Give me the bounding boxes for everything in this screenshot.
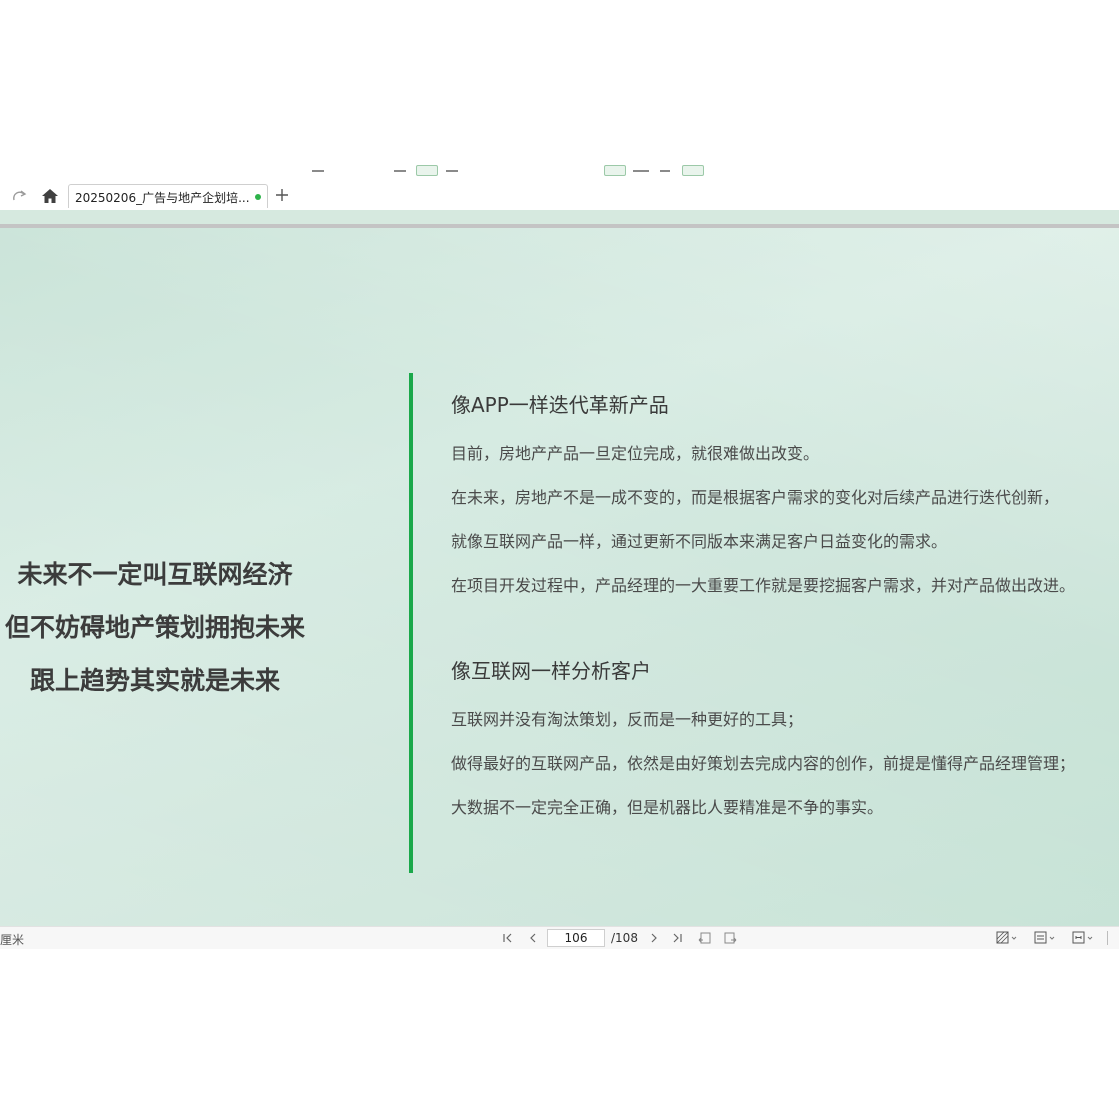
section-paragraph: 在项目开发过程中，产品经理的一大重要工作就是要挖掘客户需求，并对产品做出改进。: [451, 576, 1076, 595]
background-mode-icon[interactable]: [995, 931, 1023, 945]
toolbar-item[interactable]: [394, 170, 406, 172]
unit-label: 厘米: [0, 933, 25, 947]
slogan-line: 但不妨碍地产策划拥抱未来: [4, 613, 305, 642]
section-paragraph: 做得最好的互联网产品，依然是由好策划去完成内容的创作，前提是懂得产品经理管理；: [451, 754, 1076, 773]
section-heading: 像APP一样迭代革新产品: [451, 393, 669, 417]
toolbar-item[interactable]: [660, 170, 670, 172]
tab-bar: 20250206_广告与地产企划培...: [0, 180, 1119, 210]
section-paragraph: 互联网并没有淘汰策划，反而是一种更好的工具；: [451, 710, 804, 729]
redo-icon[interactable]: [10, 187, 28, 205]
section-paragraph: 就像互联网产品一样，通过更新不同版本来满足客户日益变化的需求。: [451, 532, 948, 551]
slogan-block: 未来不一定叫互联网经济 但不妨碍地产策划拥抱未来 跟上趋势其实就是未来: [0, 548, 310, 707]
first-page-icon[interactable]: [501, 931, 515, 945]
fit-width-icon[interactable]: [1071, 931, 1099, 945]
home-icon[interactable]: [40, 186, 60, 206]
toolbar-item[interactable]: [312, 170, 324, 172]
toolbar-remnant: [0, 158, 1119, 176]
toolbar-item[interactable]: [633, 170, 649, 172]
status-separator: [1107, 931, 1108, 945]
toolbar-item[interactable]: [604, 165, 626, 176]
toolbar-item[interactable]: [682, 165, 704, 176]
prev-page-icon[interactable]: [526, 931, 540, 945]
slogan-line: 未来不一定叫互联网经济: [17, 560, 293, 589]
new-tab-plus-icon[interactable]: [274, 187, 290, 203]
forward-view-icon[interactable]: [723, 931, 737, 945]
last-page-icon[interactable]: [670, 931, 684, 945]
slide-page: 未来不一定叫互联网经济 但不妨碍地产策划拥抱未来 跟上趋势其实就是未来 像APP…: [0, 228, 1119, 926]
toolbar-item[interactable]: [446, 170, 458, 172]
section-iterate-product: 像APP一样迭代革新产品 目前，房地产产品一旦定位完成，就很难做出改变。 在未来…: [451, 392, 1119, 608]
accent-divider-bar: [409, 373, 413, 873]
status-bar: 厘米 /108: [0, 926, 1119, 949]
section-heading: 像互联网一样分析客户: [451, 659, 651, 683]
slide-top-edge: [0, 210, 1119, 224]
tab-document[interactable]: 20250206_广告与地产企划培...: [68, 184, 268, 208]
next-page-icon[interactable]: [647, 931, 661, 945]
slogan-line: 跟上趋势其实就是未来: [29, 666, 280, 695]
section-paragraph: 在未来，房地产不是一成不变的，而是根据客户需求的变化对后续产品进行迭代创新，: [451, 488, 1060, 507]
pdf-viewer-window: 20250206_广告与地产企划培... 未来不一定叫互联网经济 但不妨碍地产策…: [0, 0, 1119, 1119]
page-total: /108: [611, 931, 638, 945]
section-paragraph: 大数据不一定完全正确，但是机器比人要精准是不争的事实。: [451, 798, 884, 817]
unsaved-indicator-icon: [255, 194, 261, 200]
page-number-input[interactable]: [547, 929, 605, 947]
section-paragraph: 目前，房地产产品一旦定位完成，就很难做出改变。: [451, 444, 820, 463]
section-analyze-customer: 像互联网一样分析客户 互联网并没有淘汰策划，反而是一种更好的工具； 做得最好的互…: [451, 658, 1119, 830]
back-view-icon[interactable]: [698, 931, 712, 945]
toolbar-item[interactable]: [416, 165, 438, 176]
tab-title: 20250206_广告与地产企划培...: [75, 191, 250, 205]
page-layout-icon[interactable]: [1033, 931, 1061, 945]
